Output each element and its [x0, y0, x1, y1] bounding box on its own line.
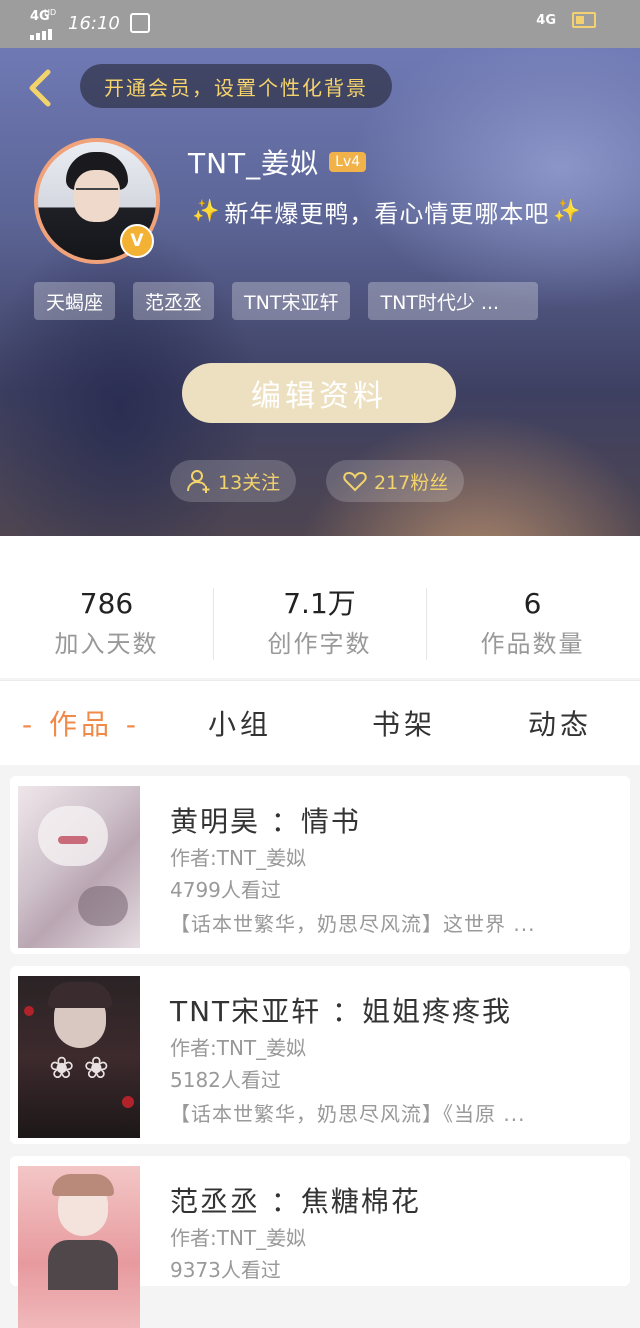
tab-groups[interactable]: 小组	[208, 703, 272, 743]
work-description: 【话本世繁华，奶思尽风流】《当原 ...	[170, 1102, 526, 1126]
work-title: 范丞丞 ：焦糖棉花	[170, 1185, 421, 1218]
stat-value: 786	[79, 587, 134, 620]
vip-banner[interactable]: 开通会员，设置个性化背景	[80, 64, 392, 108]
level-badge: Lv4	[329, 152, 367, 172]
signature: ✨ 新年爆更鸭，看心情更哪本吧 ✨	[192, 194, 582, 229]
sparkle-icon: ✨	[553, 199, 582, 224]
verified-badge: V	[120, 224, 154, 258]
work-card[interactable]: 黄明昊 ：情书 作者:TNT_姜姒 4799人看过 【话本世繁华，奶思尽风流】这…	[10, 776, 630, 954]
tag[interactable]: TNT宋亚轩	[232, 282, 351, 320]
network-sup: HD	[44, 8, 57, 17]
signature-text: 新年爆更鸭，看心情更哪本吧	[224, 200, 550, 228]
work-author: 作者:TNT_姜姒	[170, 1036, 307, 1060]
battery-icon	[572, 12, 596, 28]
work-views: 4799人看过	[170, 878, 281, 902]
stat-value: 6	[523, 587, 542, 620]
tag[interactable]: TNT时代少 ...	[368, 282, 539, 320]
work-views: 9373人看过	[170, 1258, 281, 1282]
work-title: TNT宋亚轩 ：姐姐疼疼我	[170, 995, 513, 1028]
chevron-left-icon	[29, 69, 51, 107]
work-author: 作者:TNT_姜姒	[170, 846, 307, 870]
work-views: 5182人看过	[170, 1068, 281, 1092]
stat-value: 7.1万	[283, 587, 356, 620]
fans-count: 217粉丝	[374, 471, 449, 494]
work-card[interactable]: ❀ ❀ TNT宋亚轩 ：姐姐疼疼我 作者:TNT_姜姒 5182人看过 【话本世…	[10, 966, 630, 1144]
profile-header: 开通会员，设置个性化背景 V TNT_姜姒 Lv4 ✨ 新年爆更鸭，看心情更哪本…	[0, 48, 640, 536]
work-title: 黄明昊 ：情书	[170, 805, 361, 838]
fans-button[interactable]: 217粉丝	[326, 460, 465, 502]
stat-join-days: 786 加入天数	[0, 588, 213, 659]
user-plus-icon	[187, 470, 210, 493]
book-cover: ❀ ❀	[18, 976, 140, 1138]
tab-works[interactable]: - 作品 -	[22, 703, 140, 743]
book-cover	[18, 786, 140, 948]
tag-list: 天蝎座 范丞丞 TNT宋亚轩 TNT时代少 ...	[34, 282, 539, 320]
edit-profile-button[interactable]: 编辑资料	[182, 363, 456, 423]
status-bar: 4G HD 16:10 4G	[0, 0, 640, 48]
work-card[interactable]: 范丞丞 ：焦糖棉花 作者:TNT_姜姒 9373人看过	[10, 1156, 630, 1328]
network-type-right: 4G	[536, 12, 556, 28]
heart-icon	[343, 471, 367, 492]
following-button[interactable]: 13关注	[170, 460, 297, 502]
clock: 16:10	[68, 12, 120, 34]
status-left: 4G HD 16:10	[30, 8, 150, 40]
stat-word-count: 7.1万 创作字数	[213, 588, 426, 659]
book-cover	[18, 1166, 140, 1328]
tab-bookshelf[interactable]: 书架	[372, 703, 436, 743]
signal-bars-icon	[30, 22, 52, 40]
work-description: 【话本世繁华，奶思尽风流】这世界 ...	[170, 912, 536, 936]
stat-works-count: 6 作品数量	[426, 588, 639, 659]
status-right: 4G	[536, 12, 596, 28]
signal-indicator: 4G HD	[30, 8, 58, 40]
stats-panel: 786 加入天数 7.1万 创作字数 6 作品数量	[0, 536, 640, 678]
notification-app-icon	[129, 13, 150, 33]
tab-activity[interactable]: 动态	[528, 703, 592, 743]
profile-tabs: - 作品 - 小组 书架 动态	[0, 680, 640, 765]
tag[interactable]: 范丞丞	[133, 282, 215, 320]
back-button[interactable]	[22, 68, 62, 108]
work-author: 作者:TNT_姜姒	[170, 1226, 307, 1250]
stat-label: 作品数量	[480, 630, 585, 658]
stat-label: 加入天数	[54, 630, 159, 658]
sparkle-icon: ✨	[192, 199, 221, 224]
stat-label: 创作字数	[267, 630, 372, 658]
username: TNT_姜姒	[188, 147, 320, 180]
username-row: TNT_姜姒 Lv4	[188, 142, 367, 182]
tag[interactable]: 天蝎座	[34, 282, 116, 320]
following-count: 13关注	[218, 471, 281, 494]
